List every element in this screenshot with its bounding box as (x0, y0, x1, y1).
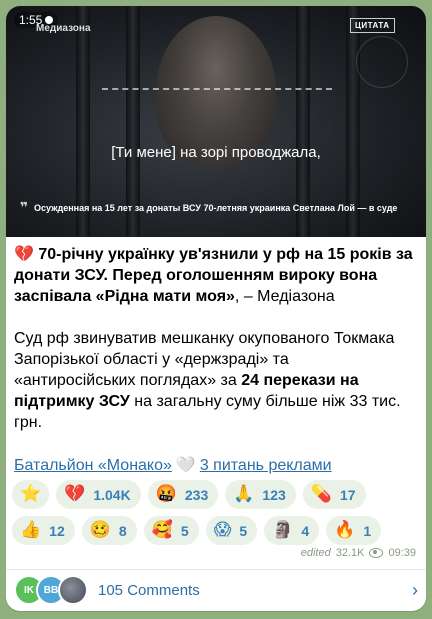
video-subtitle: [Ти мене] на зорі проводжала, (111, 144, 321, 161)
reaction-angry-face[interactable]: 🤬 233 (147, 480, 219, 509)
quote-mark-icon: ❞ (20, 199, 29, 215)
angry-face-icon: 🤬 (155, 484, 177, 504)
reaction-count: 1.04K (93, 486, 131, 503)
message-time: 09:39 (388, 547, 416, 559)
edited-label: edited (300, 547, 331, 559)
post-links: Батальйон «Монако» 🤍 3 питань реклами (14, 455, 332, 475)
star-icon: ⭐ (20, 484, 42, 504)
video-divider (102, 88, 332, 90)
reaction-thumbs-up[interactable]: 👍 12 (12, 516, 75, 545)
reaction-count: 4 (301, 522, 310, 539)
headline-source: , – Медіазона (234, 288, 335, 305)
avatar (58, 575, 88, 605)
woozy-face-icon: 🥴 (89, 520, 111, 540)
reaction-smiling-hearts[interactable]: 🥰 5 (143, 516, 199, 545)
reaction-count: 233 (184, 486, 209, 503)
reaction-woozy-face[interactable]: 🥴 8 (81, 516, 137, 545)
post-body: Суд рф звинуватив мешканку окупованого Т… (14, 328, 414, 433)
pill-icon: 💊 (310, 484, 332, 504)
broken-heart-icon: 💔 (64, 484, 86, 504)
video-caption-text: Осужденная на 15 лет за донаты ВСУ 70-ле… (34, 203, 398, 213)
white-heart-icon: 🤍 (175, 457, 196, 474)
reaction-star[interactable]: ⭐ (12, 480, 50, 509)
moai-icon: 🗿 (272, 520, 294, 540)
eye-icon (369, 548, 384, 558)
reaction-count: 5 (239, 522, 248, 539)
ads-link[interactable]: 3 питань реклами (200, 457, 332, 474)
quote-tag: ЦИТАТА (350, 18, 395, 33)
video-brand: Медиазона (36, 23, 91, 34)
comments-divider (6, 569, 426, 570)
reaction-screaming-face[interactable]: 😱 5 (205, 516, 258, 545)
reaction-broken-heart[interactable]: 💔 1.04K (56, 480, 141, 509)
praying-hands-icon: 🙏 (233, 484, 255, 504)
comments-button[interactable]: IK BB 105 Comments › (14, 574, 418, 606)
reaction-count: 17 (339, 486, 356, 503)
thumbs-up-icon: 👍 (20, 520, 42, 540)
headline-bold: 70-річну українку ув'язнили у рф на 15 р… (14, 246, 413, 305)
reaction-count: 1 (363, 522, 372, 539)
reaction-praying-hands[interactable]: 🙏 123 (225, 480, 296, 509)
post-headline: 💔 70-річну українку ув'язнили у рф на 15… (14, 244, 414, 307)
reactions-row-2: 👍 12 🥴 8 🥰 5 😱 5 🗿 4 🔥 1 (12, 516, 420, 545)
message-bubble: 1:55 Медиазона ЦИТАТА [Ти мене] на зорі … (6, 6, 426, 611)
reaction-count: 8 (118, 522, 127, 539)
reaction-fire[interactable]: 🔥 1 (326, 516, 382, 545)
broken-heart-icon: 💔 (14, 246, 34, 263)
commenter-avatars: IK BB (14, 575, 88, 605)
screaming-face-icon: 😱 (213, 520, 232, 540)
video-caption: ❞ Осужденная на 15 лет за донаты ВСУ 70-… (20, 200, 414, 215)
chevron-right-icon: › (412, 580, 418, 600)
smiling-hearts-face-icon: 🥰 (151, 520, 173, 540)
reaction-pill[interactable]: 💊 17 (302, 480, 366, 509)
reactions-row-1: ⭐ 💔 1.04K 🤬 233 🙏 123 💊 17 (12, 480, 420, 509)
channel-link[interactable]: Батальйон «Монако» (14, 457, 172, 474)
reaction-count: 12 (49, 522, 65, 539)
message-meta: edited 32.1K 09:39 (301, 547, 416, 559)
watermark-logo-icon (356, 36, 408, 88)
reactions: ⭐ 💔 1.04K 🤬 233 🙏 123 💊 17 👍 12 🥴 8 🥰 5 … (12, 480, 420, 552)
view-count: 32.1K (335, 547, 365, 559)
reaction-count: 5 (180, 522, 189, 539)
reaction-moai[interactable]: 🗿 4 (264, 516, 320, 545)
video-preview[interactable]: 1:55 Медиазона ЦИТАТА [Ти мене] на зорі … (6, 6, 426, 237)
post-text: 💔 70-річну українку ув'язнили у рф на 15… (14, 244, 414, 433)
reaction-count: 123 (262, 486, 286, 503)
comments-label: 105 Comments (98, 581, 200, 599)
fire-icon: 🔥 (334, 520, 356, 540)
